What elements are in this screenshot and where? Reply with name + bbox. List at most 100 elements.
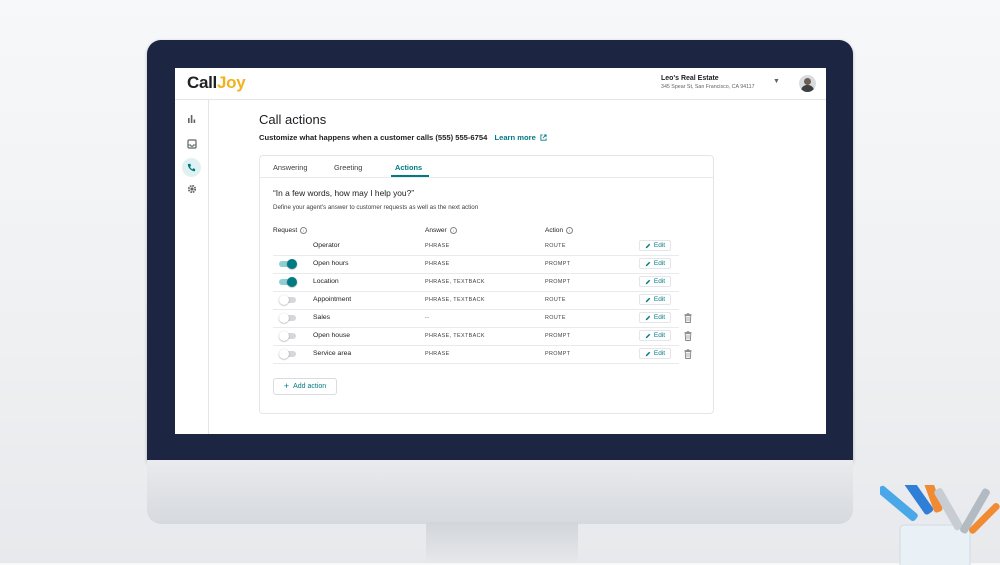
pencil-icon (645, 333, 651, 338)
table-row: Sales -- ROUTE Edit (273, 309, 679, 328)
nav-insights[interactable] (182, 109, 201, 128)
info-icon[interactable]: i (300, 227, 308, 234)
nav-inbox[interactable] (182, 134, 201, 153)
action-type: ROUTE (545, 315, 566, 321)
subtitle-text: Customize what happens when a customer c… (259, 133, 488, 142)
edit-button[interactable]: Edit (639, 330, 671, 341)
business-address: 345 Spear St, San Francisco, CA 94117 (661, 84, 755, 90)
edit-button[interactable]: Edit (639, 240, 671, 251)
action-type: PROMPT (545, 351, 571, 357)
learn-more-link[interactable]: Learn more (494, 133, 547, 142)
answer-type: PHRASE, TEXTBACK (425, 297, 485, 303)
enable-toggle[interactable] (279, 313, 297, 323)
column-header-answer: Answer i (425, 227, 457, 234)
left-nav-rail (175, 99, 209, 434)
answer-type: PHRASE (425, 243, 450, 249)
info-icon[interactable]: i (566, 227, 574, 234)
enable-toggle[interactable] (279, 295, 297, 305)
enable-toggle[interactable] (279, 277, 297, 287)
trash-icon[interactable] (684, 313, 692, 323)
action-type: ROUTE (545, 243, 566, 249)
answer-type: PHRASE (425, 351, 450, 357)
table-row: Appointment PHRASE, TEXTBACK ROUTE Edit (273, 291, 679, 310)
column-header-request: Request i (273, 227, 308, 234)
action-type: ROUTE (545, 297, 566, 303)
enable-toggle[interactable] (279, 259, 297, 269)
call-actions-card: Answering Greeting Actions “In a few wor… (259, 155, 714, 414)
business-name: Leo's Real Estate (661, 75, 719, 82)
prompt-description: Define your agent's answer to customer r… (273, 204, 479, 211)
edit-label: Edit (653, 332, 666, 339)
action-type: PROMPT (545, 261, 571, 267)
table-row: Service area PHRASE PROMPT Edit (273, 345, 679, 364)
answer-type: -- (425, 315, 430, 321)
add-action-button[interactable]: + Add action (273, 378, 337, 395)
active-tab-indicator (391, 175, 429, 177)
column-action-label: Action (545, 227, 564, 234)
trash-icon[interactable] (684, 331, 692, 341)
edit-label: Edit (653, 278, 666, 285)
external-link-icon (540, 134, 547, 141)
enable-toggle[interactable] (279, 331, 297, 341)
answer-type: PHRASE, TEXTBACK (425, 333, 485, 339)
pencil-icon (645, 261, 651, 266)
monitor-stand (426, 522, 578, 563)
request-name: Operator (313, 242, 340, 249)
edit-label: Edit (653, 242, 666, 249)
edit-button[interactable]: Edit (639, 258, 671, 269)
pencil-icon (645, 279, 651, 284)
edit-button[interactable]: Edit (639, 294, 671, 305)
action-type: PROMPT (545, 333, 571, 339)
plus-icon: + (283, 381, 290, 391)
request-name: Appointment (313, 296, 352, 303)
learn-more-label: Learn more (494, 133, 536, 142)
nav-calls[interactable] (182, 158, 201, 177)
inbox-icon (186, 138, 197, 149)
table-row: Location PHRASE, TEXTBACK PROMPT Edit (273, 273, 679, 292)
page-title: Call actions (259, 112, 327, 127)
prompt-question: “In a few words, how may I help you?” (273, 188, 415, 198)
column-request-label: Request (273, 227, 298, 234)
trash-icon[interactable] (684, 349, 692, 359)
nav-settings[interactable] (182, 179, 201, 198)
logo-joy-text: Joy (216, 73, 246, 92)
tab-bar: Answering Greeting Actions (260, 156, 713, 178)
pencil-icon (645, 315, 651, 320)
business-selector[interactable]: Leo's Real Estate 345 Spear St, San Fran… (661, 75, 776, 90)
enable-toggle[interactable] (279, 349, 297, 359)
request-name: Location (313, 278, 339, 285)
pencil-icon (645, 351, 651, 356)
logo-call-text: Call (187, 73, 217, 92)
edit-button[interactable]: Edit (639, 312, 671, 323)
edit-button[interactable]: Edit (639, 276, 671, 287)
app-screen: CallJoy Leo's Real Estate 345 Spear St, … (175, 68, 826, 434)
edit-label: Edit (653, 350, 666, 357)
phone-icon (187, 163, 196, 172)
chevron-down-icon[interactable]: ▼ (773, 78, 780, 85)
top-bar: CallJoy Leo's Real Estate 345 Spear St, … (175, 68, 826, 100)
pencil-icon (645, 243, 651, 248)
add-action-label: Add action (293, 383, 327, 390)
request-name: Sales (313, 314, 331, 321)
tab-actions[interactable]: Actions (395, 163, 422, 172)
pencil-icon (645, 297, 651, 302)
request-name: Service area (313, 350, 352, 357)
answer-type: PHRASE (425, 261, 450, 267)
answer-type: PHRASE, TEXTBACK (425, 279, 485, 285)
info-icon[interactable]: i (449, 227, 457, 234)
edit-label: Edit (653, 296, 666, 303)
edit-button[interactable]: Edit (639, 348, 671, 359)
request-name: Open house (313, 332, 351, 339)
page-subtitle: Customize what happens when a customer c… (259, 133, 547, 142)
tab-answering[interactable]: Answering (273, 163, 308, 172)
calljoy-logo[interactable]: CallJoy (187, 73, 246, 93)
monitor-chin (147, 460, 853, 524)
table-row: Operator PHRASE ROUTE Edit (273, 237, 679, 256)
action-type: PROMPT (545, 279, 571, 285)
gear-icon (187, 184, 196, 193)
edit-label: Edit (653, 260, 666, 267)
tab-greeting[interactable]: Greeting (334, 163, 362, 172)
pen-cup-illustration (880, 485, 1000, 565)
avatar[interactable] (799, 75, 816, 92)
column-answer-label: Answer (425, 227, 447, 234)
